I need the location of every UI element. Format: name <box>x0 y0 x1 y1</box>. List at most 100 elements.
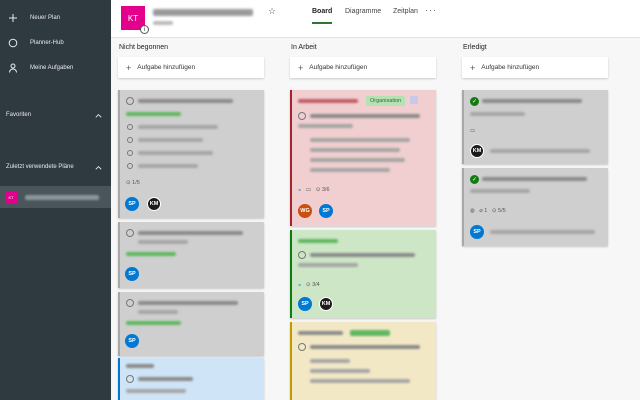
assignee-avatar[interactable]: SP <box>319 204 333 218</box>
task-meta: ◒ ▭ ⊙ 3/6 <box>298 187 330 193</box>
add-task-label: Aufgabe hinzufügen <box>481 64 540 71</box>
add-task-label: Aufgabe hinzufügen <box>309 64 368 71</box>
sidebar-item-planner-hub[interactable]: Planner-Hub <box>0 33 111 53</box>
plan-tile-icon: KT <box>5 191 17 203</box>
redacted-description <box>310 168 390 172</box>
task-card[interactable] <box>118 358 264 400</box>
person-icon <box>8 63 18 73</box>
card-color-bar <box>290 230 292 318</box>
redacted-task-title <box>470 112 525 116</box>
checklist-item-circle[interactable] <box>127 137 133 143</box>
redacted-label <box>126 112 181 116</box>
add-task-button[interactable]: + Aufgabe hinzufügen <box>290 57 436 78</box>
task-meta: ◍ ⌀ 1 ⊙ 5/5 <box>470 208 506 214</box>
task-card[interactable]: SP <box>118 292 264 356</box>
redacted-checklist-item <box>138 125 218 129</box>
chevron-up-icon <box>95 165 102 170</box>
redacted-task-title <box>138 240 188 244</box>
task-card[interactable]: ⊙ 1/5 SP KM <box>118 90 264 218</box>
complete-task-circle[interactable] <box>126 375 134 383</box>
redacted-task-title <box>310 114 420 118</box>
sidebar-recent-plan[interactable]: KT <box>0 186 111 208</box>
complete-task-circle[interactable] <box>298 343 306 351</box>
redacted-description <box>310 369 370 373</box>
assignee-avatar[interactable]: KM <box>319 297 333 311</box>
redacted-label <box>298 331 343 335</box>
progress-icon: ◍ <box>470 208 475 214</box>
bucket-title[interactable]: Nicht begonnen <box>119 44 168 51</box>
card-color-bar <box>118 358 120 400</box>
bucket-title[interactable]: In Arbeit <box>291 44 317 51</box>
tab-board[interactable]: Board <box>312 8 332 15</box>
task-card[interactable]: ◒ ⊙ 3/4 SP KM <box>290 230 436 318</box>
card-color-bar <box>462 168 464 246</box>
task-card[interactable]: SP <box>118 222 264 288</box>
complete-task-circle[interactable] <box>126 299 134 307</box>
task-card[interactable]: Organisation ◒ ▭ ⊙ 3/6 WG SP <box>290 90 436 226</box>
assignee-avatar[interactable]: WG <box>298 204 312 218</box>
redacted-label <box>298 239 338 243</box>
chevron-up-icon <box>95 113 102 118</box>
assignee-avatar[interactable]: SP <box>125 334 139 348</box>
checklist-item-circle[interactable] <box>127 150 133 156</box>
checklist-count: ⊙ 1/5 <box>126 180 140 186</box>
tab-charts[interactable]: Diagramme <box>345 8 381 15</box>
redacted-label <box>126 321 181 325</box>
sidebar-item-label: Neuer Plan <box>30 15 61 21</box>
sidebar-item-label: Meine Aufgaben <box>30 65 74 71</box>
redacted-plan-subtitle <box>153 21 173 25</box>
redacted-assignee-name <box>490 230 595 234</box>
progress-half-icon: ◒ <box>298 187 302 193</box>
redacted-task-title <box>126 389 186 393</box>
plan-header: KT i ☆ Board Diagramme Zeitplan ··· <box>111 0 640 38</box>
favorites-section[interactable]: Favoriten <box>0 108 111 122</box>
task-card[interactable]: ✓ ◍ ⌀ 1 ⊙ 5/5 SP <box>462 168 608 246</box>
info-icon[interactable]: i <box>140 25 149 34</box>
card-color-bar <box>118 90 120 218</box>
assignee-avatar[interactable]: SP <box>298 297 312 311</box>
more-options-icon[interactable]: ··· <box>425 5 437 15</box>
plus-icon <box>8 13 18 23</box>
complete-task-circle[interactable] <box>126 97 134 105</box>
sidebar-item-my-tasks[interactable]: Meine Aufgaben <box>0 58 111 78</box>
redacted-task-title <box>482 177 587 181</box>
sidebar-item-label: Planner-Hub <box>30 40 64 46</box>
redacted-assignee-name <box>490 149 590 153</box>
redacted-task-title <box>310 253 415 257</box>
complete-task-circle[interactable] <box>126 229 134 237</box>
assignee-avatar[interactable]: SP <box>470 225 484 239</box>
add-task-button[interactable]: + Aufgabe hinzufügen <box>118 57 264 78</box>
progress-half-icon: ◒ <box>298 282 302 288</box>
assignee-avatar[interactable]: KM <box>470 144 484 158</box>
redacted-description <box>310 359 350 363</box>
active-tab-indicator <box>312 22 332 24</box>
completed-check-icon[interactable]: ✓ <box>470 97 479 106</box>
assignee-avatar[interactable]: SP <box>125 197 139 211</box>
hub-icon <box>8 38 18 48</box>
checklist-item-circle[interactable] <box>127 163 133 169</box>
add-task-button[interactable]: + Aufgabe hinzufügen <box>462 57 608 78</box>
card-color-bar <box>290 90 292 226</box>
assignee-avatar[interactable]: SP <box>125 267 139 281</box>
redacted-task-title <box>482 99 582 103</box>
task-label-chip: Organisation <box>366 96 406 106</box>
complete-task-circle[interactable] <box>298 112 306 120</box>
complete-task-circle[interactable] <box>298 251 306 259</box>
redacted-task-title <box>138 310 178 314</box>
checklist-item-circle[interactable] <box>127 124 133 130</box>
bucket-title[interactable]: Erledigt <box>463 44 487 51</box>
recent-plans-section[interactable]: Zuletzt verwendete Pläne <box>0 160 111 174</box>
task-meta: ◒ ⊙ 3/4 <box>298 282 320 288</box>
task-meta: ▭ <box>470 128 475 134</box>
redacted-plan-title <box>153 9 253 16</box>
assignee-avatar[interactable]: KM <box>147 197 161 211</box>
sidebar-item-new-plan[interactable]: Neuer Plan <box>0 8 111 28</box>
task-card[interactable] <box>290 322 436 400</box>
task-card[interactable]: ✓ ▭ KM <box>462 90 608 164</box>
redacted-task-title <box>310 345 420 349</box>
tab-schedule[interactable]: Zeitplan <box>393 8 418 15</box>
completed-check-icon[interactable]: ✓ <box>470 175 479 184</box>
redacted-checklist-item <box>138 164 198 168</box>
redacted-plan-name <box>25 194 99 200</box>
favorite-star-icon[interactable]: ☆ <box>268 6 276 17</box>
